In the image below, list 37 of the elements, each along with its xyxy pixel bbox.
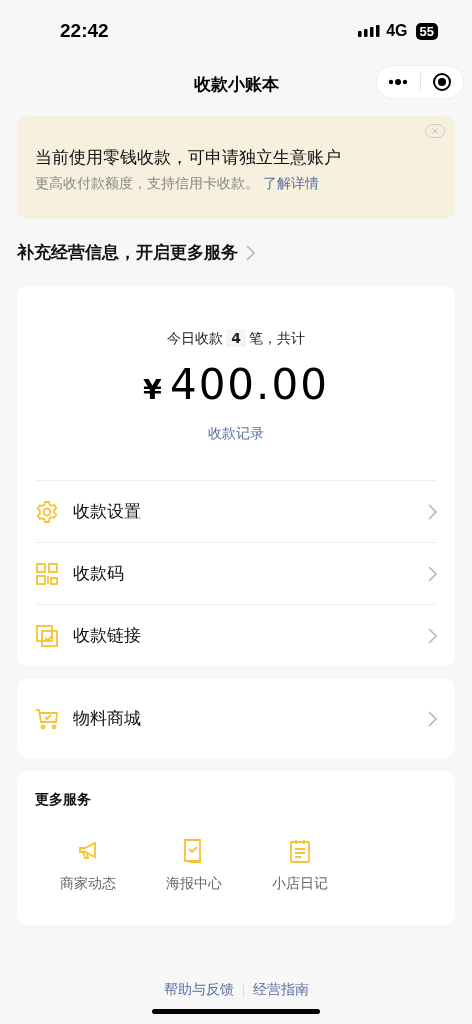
qr-code-icon — [35, 562, 59, 585]
chevron-right-icon — [428, 503, 437, 520]
transaction-count: 4 — [226, 329, 246, 347]
notepad-icon — [290, 839, 310, 863]
chevron-right-icon — [428, 627, 437, 644]
chevron-right-icon — [428, 710, 437, 727]
battery-level: 55 — [415, 22, 438, 40]
clock-time: 22:42 — [60, 20, 110, 42]
menu-row[interactable]: 收款码 — [35, 542, 437, 604]
checked-squares-icon — [35, 624, 59, 647]
more-icon[interactable] — [388, 79, 409, 85]
currency-sign: ¥ — [143, 374, 162, 405]
footer-link[interactable]: 经营指南 — [243, 981, 318, 999]
cart-icon — [35, 707, 59, 730]
chevron-right-icon — [246, 244, 255, 261]
gear-icon — [35, 499, 59, 524]
footer-link[interactable]: 帮助与反馈 — [154, 981, 243, 999]
notice-text: 更高收付款额度，支持信用卡收款。 — [35, 175, 259, 191]
service-item[interactable]: 商家动态 — [35, 839, 141, 893]
menu-row[interactable]: 收款链接 — [35, 604, 437, 666]
business-info-link[interactable]: 补充经营信息，开启更多服务 — [17, 241, 255, 264]
records-link[interactable]: 收款记录 — [208, 425, 264, 441]
service-item[interactable]: 海报中心 — [141, 839, 247, 893]
close-target-icon[interactable] — [431, 72, 452, 92]
count-label: 笔，共计 — [248, 330, 305, 346]
learn-more-link[interactable]: 了解详情 — [263, 175, 320, 191]
count-label: 今日收款 — [167, 330, 224, 346]
page-title: 收款小账本 — [193, 72, 279, 96]
menu-row[interactable]: 收款设置 — [35, 481, 437, 542]
total-amount: 400.00 — [169, 360, 329, 409]
service-item[interactable]: 小店日记 — [247, 839, 353, 893]
chevron-right-icon — [428, 565, 437, 582]
section-title: 更多服务 — [35, 791, 92, 809]
notice-title: 当前使用零钱收款，可申请独立生意账户 — [35, 146, 342, 169]
signal-icon — [358, 25, 381, 37]
network-type: 4G — [386, 22, 408, 40]
capsule-menu[interactable] — [376, 65, 464, 99]
